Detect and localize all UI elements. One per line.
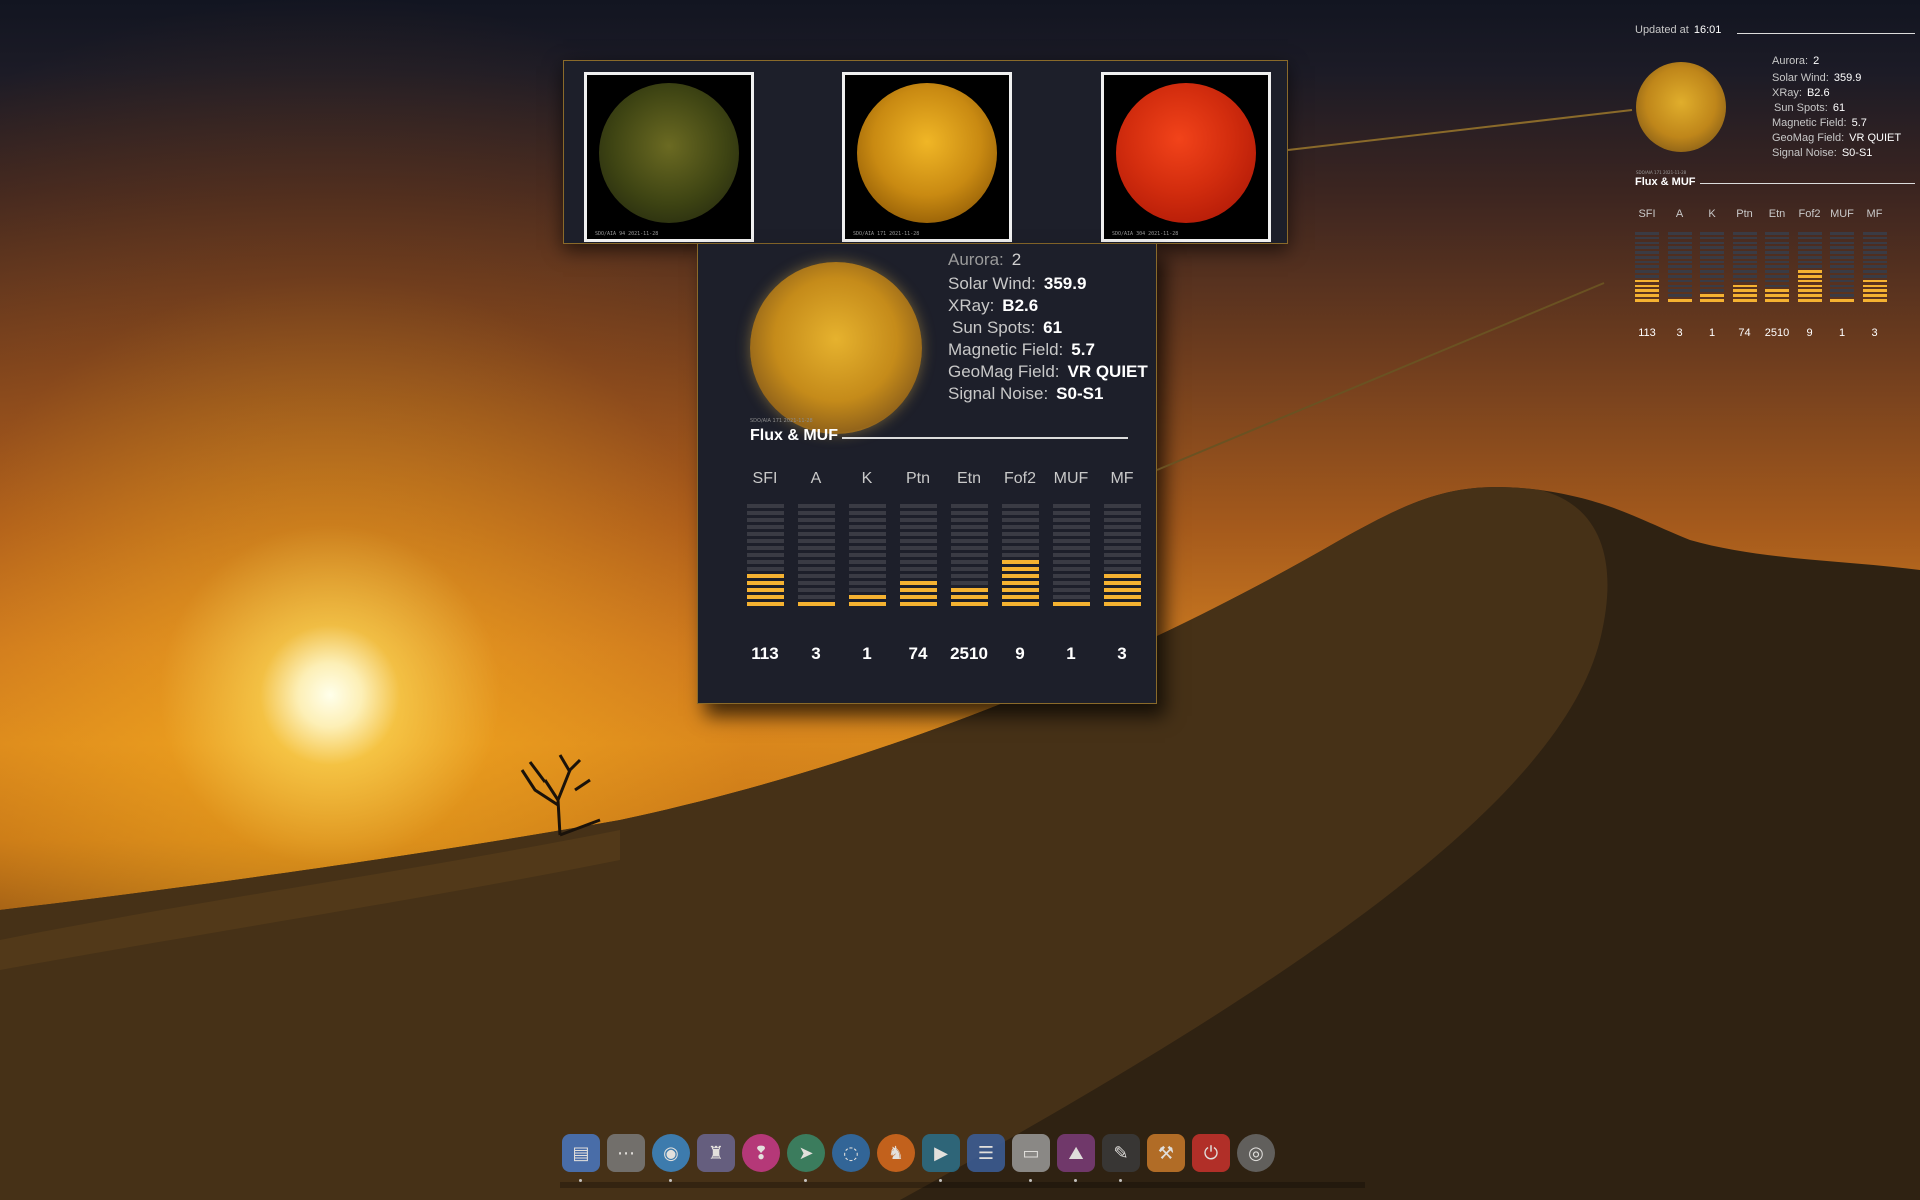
running-indicator [1119,1179,1122,1182]
running-indicator [579,1179,582,1182]
connector-line [1156,282,1605,471]
image-viewer-icon[interactable]: ⛰ [1057,1134,1095,1182]
connector-lines [1156,109,1633,471]
running-indicator [804,1179,807,1182]
disk-icon[interactable]: ◎ [1237,1134,1275,1172]
file-manager-icon[interactable]: ▤ [562,1134,600,1182]
running-indicator [1074,1179,1077,1182]
dock-shelf [560,1182,1365,1188]
brave-icon[interactable]: ♞ [877,1134,915,1172]
connector-line [1287,109,1633,151]
chat-icon[interactable]: ◌ [832,1134,870,1172]
idea-icon[interactable]: ❢ [742,1134,780,1172]
browser-icon[interactable]: ◉ [652,1134,690,1182]
text-editor-icon[interactable]: ✎ [1102,1134,1140,1182]
network-icon[interactable]: ⋯ [607,1134,645,1172]
dock: ▤ ⋯ ◉ ♜ ❢ ➤ ◌ ♞ ▶ ☰ ▭ ⛰ ✎ ⚒ ⏻ ◎ [562,1130,1362,1182]
running-indicator [669,1179,672,1182]
castle-icon[interactable]: ♜ [697,1134,735,1172]
telegram-icon[interactable]: ➤ [787,1134,825,1182]
documents-icon[interactable]: ☰ [967,1134,1005,1172]
screenshot-icon[interactable]: ▭ [1012,1134,1050,1182]
power-icon[interactable]: ⏻ [1192,1134,1230,1172]
settings-icon[interactable]: ⚒ [1147,1134,1185,1172]
media-player-icon[interactable]: ▶ [922,1134,960,1182]
running-indicator [1029,1179,1032,1182]
running-indicator [939,1179,942,1182]
